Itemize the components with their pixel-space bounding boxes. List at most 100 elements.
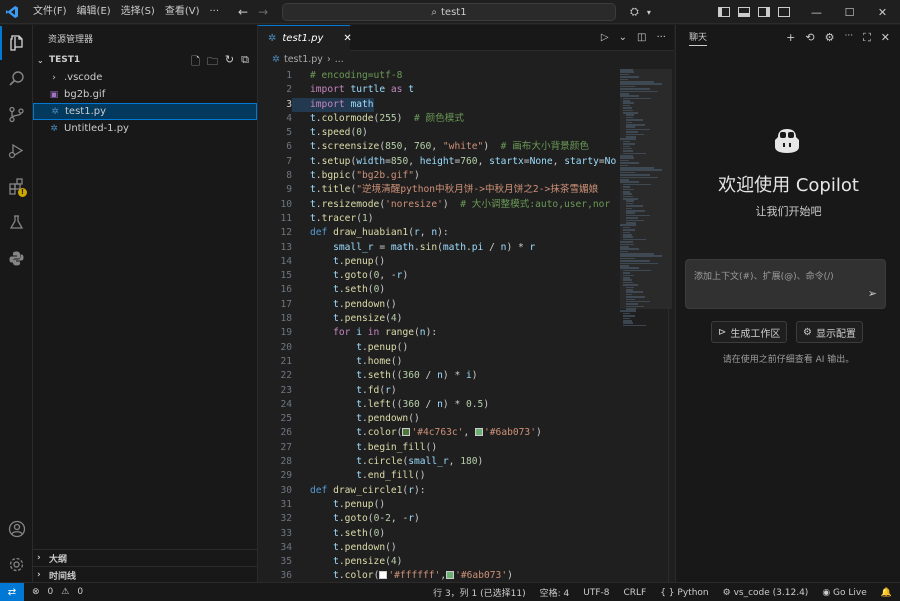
code-line[interactable]: 18 t.pensize(4) (258, 312, 618, 326)
breadcrumb-file[interactable]: test1.py (284, 54, 323, 65)
split-editor-icon[interactable]: ◫ (637, 32, 646, 43)
code-line[interactable]: 4 t.colormode(255) # 颜色模式 (258, 112, 618, 126)
code-line[interactable]: 31 t.penup() (258, 498, 618, 512)
settings-gear-icon[interactable] (0, 547, 33, 581)
menu-edit[interactable]: 编辑(E) (72, 0, 116, 24)
code-line[interactable]: 28 t.circle(small_r, 180) (258, 455, 618, 469)
run-python-icon[interactable]: ▷ (601, 32, 609, 43)
toggle-panel-icon[interactable] (738, 7, 750, 17)
menu-selection[interactable]: 选择(S) (116, 0, 160, 24)
code-line[interactable]: 25 t.pendown() (258, 412, 618, 426)
search-view-icon[interactable] (0, 61, 33, 95)
color-swatch[interactable] (402, 428, 411, 437)
code-line[interactable]: 9 t.title("逆境清醒python中秋月饼->中秋月饼之2->抹茶雪媚娘 (258, 183, 618, 197)
breadcrumb-rest[interactable]: ... (335, 54, 344, 65)
tab-test1[interactable]: ✲ test1.py ✕ (258, 25, 352, 51)
more-actions-icon[interactable]: ··· (656, 32, 666, 43)
language-mode[interactable]: { } Python (660, 588, 708, 598)
code-editor[interactable]: 1 # encoding=utf-8 2 import turtle as t 3 imp… (258, 69, 618, 582)
editor-scrollbar[interactable] (668, 69, 674, 582)
code-line[interactable]: 29 t.end_fill() (258, 469, 618, 483)
code-line[interactable]: 11 t.tracer(1) (258, 212, 618, 226)
code-line[interactable]: 20 t.penup() (258, 341, 618, 355)
code-line[interactable]: 17 t.pendown() (258, 298, 618, 312)
forward-arrow-icon[interactable]: → (258, 5, 268, 19)
extensions-icon[interactable]: ! (0, 169, 33, 203)
code-line[interactable]: 33 t.seth(0) (258, 527, 618, 541)
maximize-icon[interactable]: ☐ (833, 6, 866, 19)
code-line[interactable]: 32 t.goto(0-2, -r) (258, 512, 618, 526)
refresh-icon[interactable]: ↻ (225, 53, 234, 72)
code-line[interactable]: 23 t.fd(r) (258, 384, 618, 398)
code-line[interactable]: 16 t.seth(0) (258, 283, 618, 297)
code-line[interactable]: 6 t.screensize(850, 760, "white") # 画布大小背… (258, 140, 618, 154)
generate-workspace-button[interactable]: ⊳ 生成工作区 (711, 321, 788, 343)
python-icon[interactable] (0, 241, 33, 275)
tree-item-untitled[interactable]: ✲ Untitled-1.py (33, 120, 257, 137)
code-line[interactable]: 26 t.color('#4c763c', '#6ab073') (258, 426, 618, 440)
code-line[interactable]: 27 t.begin_fill() (258, 441, 618, 455)
copilot-icon[interactable]: ⛭ (630, 5, 639, 19)
close-panel-icon[interactable]: ✕ (881, 31, 890, 45)
code-line[interactable]: 35 t.pensize(4) (258, 555, 618, 569)
color-swatch[interactable] (446, 571, 455, 580)
show-config-button[interactable]: ⚙ 显示配置 (796, 321, 863, 343)
maximize-panel-icon[interactable]: ⛶ (863, 31, 871, 45)
color-swatch[interactable] (379, 571, 388, 580)
explorer-icon[interactable] (0, 26, 33, 60)
chevron-down-icon[interactable]: ▾ (647, 8, 651, 17)
workspace-folder[interactable]: ⌄ TEST1 🗋 🗀 ↻ ⧉ (33, 51, 257, 69)
chat-input[interactable]: 添加上下文(#)、扩展(@)、命令(/) ➢ (685, 259, 886, 309)
notifications-icon[interactable]: 🔔 (881, 588, 892, 598)
toggle-sidebar-icon[interactable] (718, 7, 730, 17)
testing-flask-icon[interactable] (0, 205, 33, 239)
python-interpreter[interactable]: ⚙ vs_code (3.12.4) (723, 588, 809, 598)
chat-title-tab[interactable]: 聊天 (689, 30, 708, 46)
code-line[interactable]: 30 def draw_circle1(r): (258, 484, 618, 498)
chevron-down-icon[interactable]: ⌄ (619, 32, 627, 43)
menu-file[interactable]: 文件(F) (28, 0, 72, 24)
command-center-search[interactable]: ⌕ test1 (282, 3, 616, 21)
code-line[interactable]: 1 # encoding=utf-8 (258, 69, 618, 83)
new-file-icon[interactable]: 🗋 (191, 53, 200, 72)
new-chat-icon[interactable]: + (786, 31, 795, 45)
code-line[interactable]: 13 small_r = math.sin(math.pi / n) * r (258, 241, 618, 255)
problems-indicator[interactable]: ⊗ 0 ⚠ 0 (32, 587, 83, 597)
menu-more[interactable]: ··· (205, 0, 225, 24)
code-line[interactable]: 8 t.bgpic("bg2b.gif") (258, 169, 618, 183)
history-icon[interactable]: ⟲ (805, 31, 814, 45)
code-line[interactable]: 15 t.goto(0, -r) (258, 269, 618, 283)
code-line[interactable]: 36 t.color('#ffffff', '#6ab073') (258, 569, 618, 582)
send-icon[interactable]: ➢ (868, 287, 877, 300)
menu-view[interactable]: 查看(V) (160, 0, 205, 24)
remote-indicator-icon[interactable]: ⇄ (0, 582, 24, 601)
outline-section[interactable]: › 大纲 (33, 549, 258, 566)
run-debug-icon[interactable] (0, 133, 33, 167)
code-line[interactable]: 3 import math (258, 97, 618, 112)
code-line[interactable]: 12 def draw_huabian1(r, n): (258, 226, 618, 240)
tree-item-test1[interactable]: ✲ test1.py (33, 103, 257, 120)
end-of-line[interactable]: CRLF (623, 588, 646, 598)
color-swatch[interactable] (475, 428, 483, 437)
close-tab-icon[interactable]: ✕ (343, 33, 351, 44)
cursor-position[interactable]: 行 3，列 1 (已选择11) (433, 586, 526, 599)
code-line[interactable]: 5 t.speed(0) (258, 126, 618, 140)
tree-item-bg2b[interactable]: ▣ bg2b.gif (33, 86, 257, 103)
code-line[interactable]: 7 t.setup(width=850, height=760, startx=N… (258, 155, 618, 169)
code-line[interactable]: 34 t.pendown() (258, 541, 618, 555)
account-icon[interactable] (0, 512, 33, 546)
code-line[interactable]: 24 t.left((360 / n) * 0.5) (258, 398, 618, 412)
timeline-section[interactable]: › 时间线 (33, 566, 258, 583)
customize-layout-icon[interactable] (778, 7, 790, 17)
toggle-secondary-sidebar-icon[interactable] (758, 7, 770, 17)
code-line[interactable]: 21 t.home() (258, 355, 618, 369)
go-live-button[interactable]: ◉ Go Live (822, 588, 866, 598)
code-line[interactable]: 22 t.seth((360 / n) * i) (258, 369, 618, 383)
close-window-icon[interactable]: ✕ (866, 6, 899, 19)
new-folder-icon[interactable]: 🗀 (207, 53, 218, 72)
more-actions-icon[interactable]: ··· (844, 31, 853, 45)
gear-icon[interactable]: ⚙ (825, 31, 835, 45)
code-line[interactable]: 19 for i in range(n): (258, 326, 618, 340)
minimize-icon[interactable]: — (800, 6, 833, 19)
source-control-icon[interactable] (0, 97, 33, 131)
